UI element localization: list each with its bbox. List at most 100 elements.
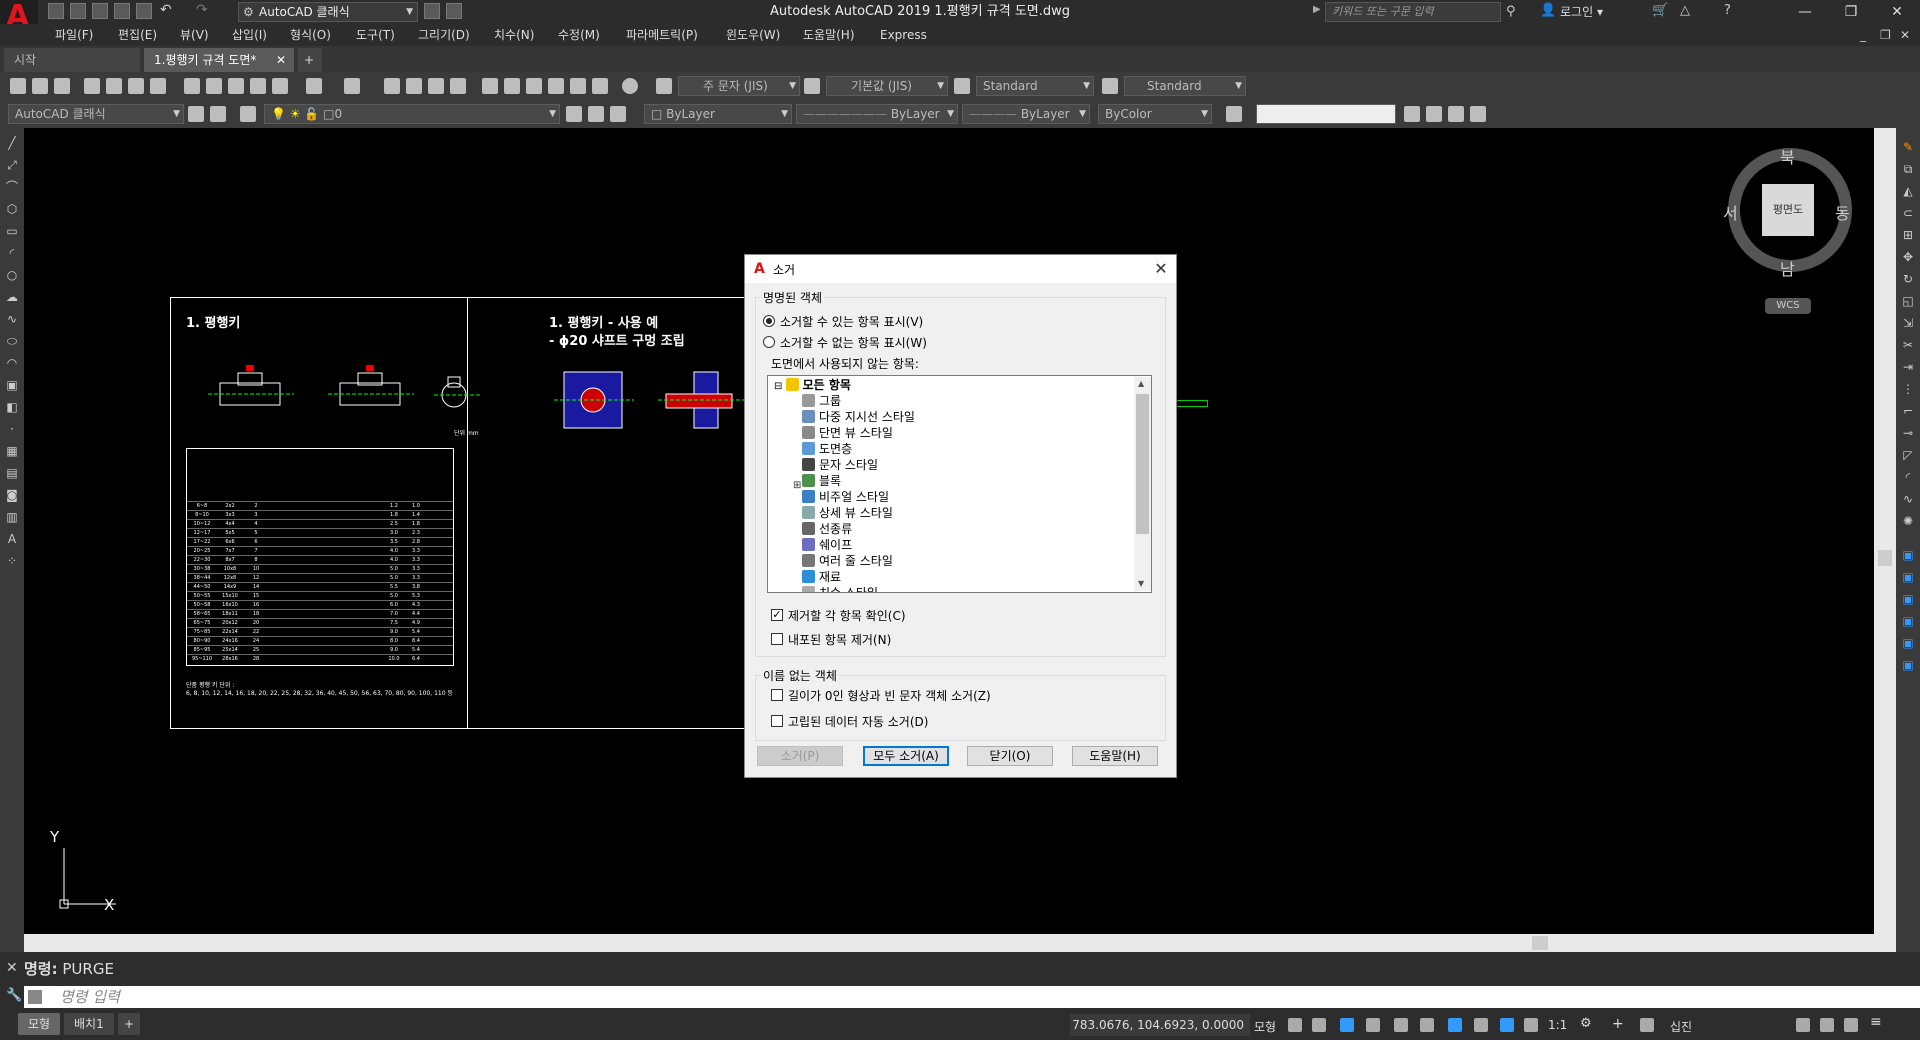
copy-icon[interactable] (206, 78, 222, 94)
otrack-icon[interactable] (1420, 1018, 1434, 1032)
tab-layout1[interactable]: 배치1 (64, 1013, 114, 1035)
menu-dimension[interactable]: 치수(N) (494, 24, 534, 46)
print-icon[interactable] (84, 78, 100, 94)
tree-item[interactable]: 선종류 (802, 521, 852, 537)
undo-icon[interactable]: ↶ (160, 2, 172, 18)
sheetset-icon[interactable] (548, 78, 564, 94)
rectangle-icon[interactable]: ▭ (4, 224, 20, 238)
menu-format[interactable]: 형식(O) (290, 24, 331, 46)
tree-item[interactable]: 여러 줄 스타일 (802, 553, 893, 569)
scroll-down-icon[interactable]: ▼ (1138, 579, 1144, 588)
radio-nonpurgeable[interactable] (763, 336, 775, 348)
scroll-up-icon[interactable]: ▲ (1138, 379, 1144, 388)
osnap-icon[interactable] (1448, 1018, 1462, 1032)
vertical-scrollbar[interactable] (1874, 128, 1896, 934)
a360-icon[interactable]: △ (1680, 3, 1690, 18)
qnew-icon[interactable] (10, 78, 26, 94)
quick-properties-icon[interactable] (1796, 1018, 1810, 1032)
make-block-icon[interactable]: ◧ (4, 400, 20, 414)
help-tb-icon[interactable] (622, 78, 638, 94)
table-icon[interactable]: ▥ (4, 510, 20, 524)
trim-icon[interactable]: ✂ (1900, 338, 1916, 352)
menu-parametric[interactable]: 파라메트릭(P) (626, 24, 698, 46)
mleader-style-select[interactable]: Standard ▼ (1124, 76, 1246, 96)
new-file-icon[interactable] (48, 3, 64, 19)
menu-tools[interactable]: 도구(T) (356, 24, 395, 46)
workspace-select[interactable]: ⚙ AutoCAD 클래식 ▼ (238, 2, 418, 22)
dialog-close-button[interactable]: ✕ (1149, 258, 1173, 280)
point-icon[interactable]: · (4, 422, 20, 436)
purge-all-button[interactable]: 모두 소거(A) (863, 746, 949, 766)
workspace-lock-icon[interactable] (210, 106, 226, 122)
undo-tb-icon[interactable] (306, 78, 322, 94)
tree-item[interactable]: 치수 스타일 (802, 585, 878, 592)
break-icon[interactable]: ⌐ (1900, 404, 1916, 418)
help-dialog-button[interactable]: 도움말(H) (1072, 746, 1158, 766)
search-input[interactable]: 키워드 또는 구문 입력 (1325, 2, 1501, 22)
zoom-realtime-icon[interactable] (406, 78, 422, 94)
model-space-toggle[interactable]: 모형 (1254, 1018, 1276, 1035)
dim-style-select[interactable]: 기본값 (JIS) ▼ (826, 76, 948, 96)
table-style-select[interactable]: Standard ▼ (976, 76, 1094, 96)
color-select[interactable]: □ ByLayer ▼ (644, 104, 792, 124)
menu-express[interactable]: Express (880, 24, 927, 46)
zoom-previous-icon[interactable] (450, 78, 466, 94)
tree-scroll-thumb[interactable] (1136, 394, 1149, 534)
ellipse-icon[interactable]: ⬭ (4, 334, 20, 348)
offset-icon[interactable]: ⊂ (1900, 206, 1916, 220)
spline-icon[interactable]: ∿ (4, 312, 20, 326)
nested-checkbox-label[interactable]: 내포된 항목 제거(N) (788, 631, 891, 648)
block-editor-icon[interactable] (272, 78, 288, 94)
close-cmd-icon[interactable]: ✕ (6, 960, 18, 976)
cart-icon[interactable]: 🛒 (1652, 3, 1668, 18)
chamfer-icon[interactable]: ◸ (1900, 448, 1916, 462)
cut-icon[interactable] (184, 78, 200, 94)
doc-restore-icon[interactable]: ❐ (1880, 24, 1891, 46)
layer-properties-icon[interactable] (240, 106, 256, 122)
extend-icon[interactable]: ⇥ (1900, 360, 1916, 374)
minimize-button[interactable]: — (1782, 0, 1828, 24)
isolate-icon[interactable] (1640, 1018, 1654, 1032)
hatch-back-icon[interactable]: ▣ (1900, 658, 1916, 672)
draworder-above-icon[interactable]: ▣ (1900, 592, 1916, 606)
zero-length-checkbox[interactable] (771, 689, 783, 701)
annotation-scale[interactable]: 1:1 (1548, 1018, 1567, 1032)
revcloud-icon[interactable]: ☁ (4, 290, 20, 304)
insert-block-icon[interactable]: ▣ (4, 378, 20, 392)
radio-nonpurgeable-label[interactable]: 소거할 수 없는 항목 표시(W) (780, 334, 927, 351)
table-style-icon[interactable] (954, 78, 970, 94)
layer-match-icon[interactable] (610, 106, 626, 122)
menu-edit[interactable]: 편집(E) (118, 24, 157, 46)
tab-drawing[interactable]: 1.평행키 규격 도면* ✕ (144, 48, 294, 72)
linetype-select[interactable]: ——————— ByLayer ▼ (796, 104, 958, 124)
line-icon[interactable]: ╱ (4, 136, 20, 150)
mtext-icon[interactable]: A (4, 532, 20, 546)
draworder-front-icon[interactable]: ▣ (1900, 548, 1916, 562)
orphan-checkbox[interactable] (771, 715, 783, 727)
move-icon[interactable]: ✥ (1900, 250, 1916, 264)
tree-item[interactable]: 단면 뷰 스타일 (802, 425, 893, 441)
redo-icon[interactable]: ↷ (196, 2, 208, 18)
binoculars-icon[interactable]: ⚲ (1506, 4, 1516, 19)
nested-checkbox[interactable] (771, 633, 783, 645)
open-icon[interactable] (32, 78, 48, 94)
save-icon[interactable] (92, 3, 108, 19)
compass-north[interactable]: 북 (1780, 144, 1795, 168)
text-style-select[interactable]: 주 문자 (JIS) ▼ (678, 76, 800, 96)
compass-west[interactable]: 서 (1723, 200, 1738, 224)
redo-tb-icon[interactable] (344, 78, 360, 94)
open-file-icon[interactable] (70, 3, 86, 19)
tab-start[interactable]: 시작 (4, 48, 140, 72)
menu-draw[interactable]: 그리기(D) (418, 24, 470, 46)
break-point-icon[interactable]: ⋮ (1900, 382, 1916, 396)
save-as-icon[interactable] (114, 3, 130, 19)
paste-icon[interactable] (228, 78, 244, 94)
units-select[interactable]: 십진 (1670, 1018, 1692, 1035)
close-tab-icon[interactable]: ✕ (276, 48, 286, 72)
viewport-scale-icon[interactable] (1448, 106, 1464, 122)
layer-select[interactable]: 💡 ☀ 🔓 □0 ▼ (264, 104, 560, 124)
layer-current-icon[interactable] (566, 106, 582, 122)
plus-icon[interactable]: + (1612, 1016, 1624, 1032)
rotate-icon[interactable]: ↻ (1900, 272, 1916, 286)
lineweight-icon[interactable] (1474, 1018, 1488, 1032)
